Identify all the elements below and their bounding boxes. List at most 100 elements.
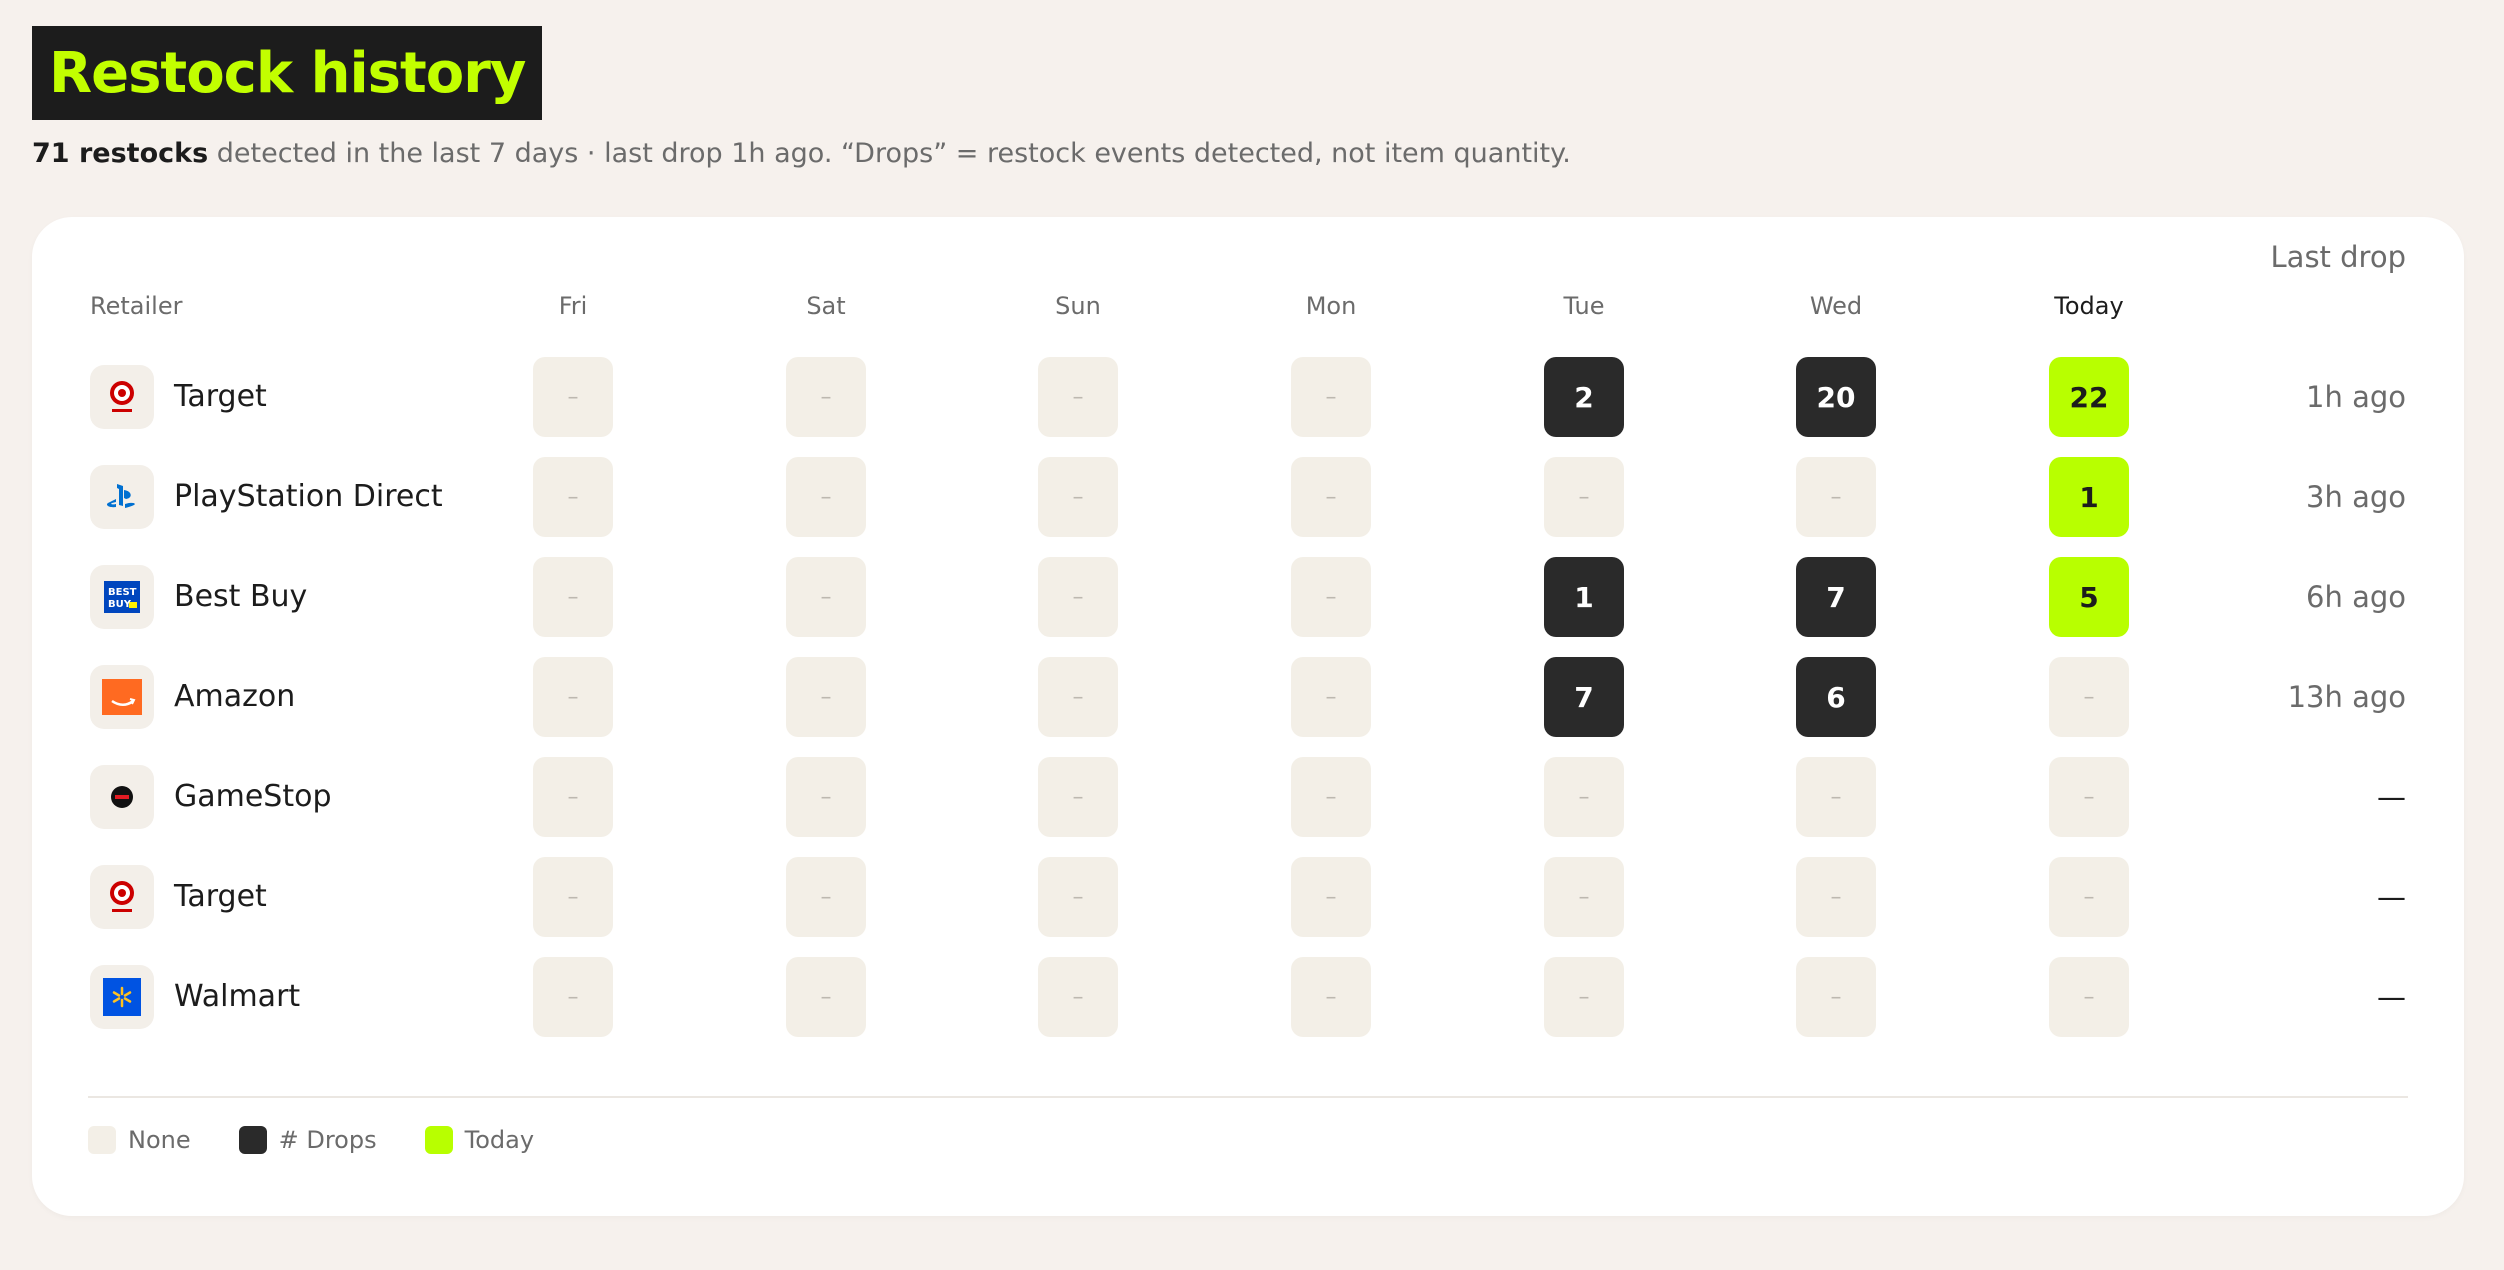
today-drop-cell[interactable]: 22 xyxy=(2049,357,2129,437)
drop-count-cell[interactable]: 7 xyxy=(1796,557,1876,637)
today-drop-cell[interactable]: 1 xyxy=(2049,457,2129,537)
drop-count-cell[interactable]: 6 xyxy=(1796,657,1876,737)
empty-cell[interactable]: – xyxy=(2049,957,2129,1037)
empty-cell[interactable]: – xyxy=(1038,757,1118,837)
drop-count-cell[interactable]: 1 xyxy=(1544,557,1624,637)
empty-cell[interactable]: – xyxy=(533,557,613,637)
empty-cell[interactable]: – xyxy=(1291,357,1371,437)
empty-cell[interactable]: – xyxy=(533,657,613,737)
table-row[interactable]: Walmart – – – – – – – — xyxy=(32,957,2464,1037)
retailer-name: GameStop xyxy=(174,779,332,814)
empty-cell[interactable]: – xyxy=(786,857,866,937)
svg-text:BUY: BUY xyxy=(108,599,132,610)
legend-item: None xyxy=(88,1126,191,1154)
column-header-fri: Fri xyxy=(558,292,588,320)
empty-cell[interactable]: – xyxy=(1291,657,1371,737)
empty-cell[interactable]: – xyxy=(1291,557,1371,637)
retailer-name: Amazon xyxy=(174,679,296,714)
empty-cell[interactable]: – xyxy=(1291,957,1371,1037)
table-row[interactable]: BEST BUY Best Buy – – – – 1 7 5 6h ago xyxy=(32,557,2464,637)
empty-cell[interactable]: – xyxy=(1291,457,1371,537)
target-logo-icon xyxy=(90,365,154,429)
legend-swatch xyxy=(424,1126,453,1154)
empty-cell[interactable]: – xyxy=(786,357,866,437)
retailer-name: Target xyxy=(174,379,267,414)
table-row[interactable]: Amazon – – – – 7 6 – 13h ago xyxy=(32,657,2464,737)
summary-text: 71 restocks detected in the last 7 days … xyxy=(32,138,1571,169)
last-drop-value: — xyxy=(2377,780,2406,814)
last-drop-value: 3h ago xyxy=(2306,480,2406,514)
legend-item: Today xyxy=(424,1126,535,1154)
empty-cell[interactable]: – xyxy=(2049,657,2129,737)
restock-table-card: Retailer Fri Sat Sun Mon Tue Wed Today Last dr… xyxy=(32,217,2464,1216)
drop-count-cell[interactable]: 20 xyxy=(1796,357,1876,437)
table-row[interactable]: Target – – – – – – – — xyxy=(32,857,2464,937)
legend-label: None xyxy=(128,1126,191,1154)
column-header-today: Today xyxy=(2054,292,2124,320)
legend-label: # Drops xyxy=(278,1126,377,1154)
empty-cell[interactable]: – xyxy=(1796,957,1876,1037)
empty-cell[interactable]: – xyxy=(1291,757,1371,837)
empty-cell[interactable]: – xyxy=(1796,857,1876,937)
empty-cell[interactable]: – xyxy=(533,757,613,837)
legend-divider xyxy=(88,1096,2408,1098)
empty-cell[interactable]: – xyxy=(786,457,866,537)
empty-cell[interactable]: – xyxy=(1038,457,1118,537)
legend-label: Today xyxy=(464,1126,535,1154)
svg-text:BEST: BEST xyxy=(108,587,137,598)
last-drop-value: 6h ago xyxy=(2306,580,2406,614)
retailer-name: Walmart xyxy=(174,979,301,1014)
empty-cell[interactable]: – xyxy=(2049,757,2129,837)
empty-cell[interactable]: – xyxy=(1038,357,1118,437)
empty-cell[interactable]: – xyxy=(1796,757,1876,837)
last-drop-value: 13h ago xyxy=(2287,680,2406,714)
gamestop-logo-icon xyxy=(90,765,154,829)
target-logo-icon xyxy=(90,865,154,929)
column-header-retailer: Retailer xyxy=(90,292,183,320)
empty-cell[interactable]: – xyxy=(1038,857,1118,937)
last-drop-value: 1h ago xyxy=(2306,380,2406,414)
empty-cell[interactable]: – xyxy=(533,457,613,537)
empty-cell[interactable]: – xyxy=(1544,957,1624,1037)
page: Restock history 71 restocks detected in … xyxy=(0,0,2504,1270)
last-drop-value: — xyxy=(2377,980,2406,1014)
empty-cell[interactable]: – xyxy=(1544,457,1624,537)
empty-cell[interactable]: – xyxy=(786,957,866,1037)
empty-cell[interactable]: – xyxy=(1038,557,1118,637)
column-header-sat: Sat xyxy=(806,292,846,320)
legend-swatch xyxy=(88,1126,116,1154)
empty-cell[interactable]: – xyxy=(533,357,613,437)
table-row[interactable]: GameStop – – – – – – – — xyxy=(32,757,2464,837)
playstation-logo-icon xyxy=(90,465,154,529)
drop-count-cell[interactable]: 2 xyxy=(1544,357,1624,437)
empty-cell[interactable]: – xyxy=(786,757,866,837)
amazon-logo-icon xyxy=(90,665,154,729)
legend-swatch xyxy=(238,1126,267,1154)
column-header-mon: Mon xyxy=(1305,292,1357,320)
empty-cell[interactable]: – xyxy=(786,557,866,637)
table-row[interactable]: Target – – – – 2 20 22 1h ago xyxy=(32,357,2464,437)
today-drop-cell[interactable]: 5 xyxy=(2049,557,2129,637)
empty-cell[interactable]: – xyxy=(1038,957,1118,1037)
empty-cell[interactable]: – xyxy=(2049,857,2129,937)
walmart-logo-icon xyxy=(90,965,154,1029)
column-header-tue: Tue xyxy=(1563,292,1605,320)
summary-detail: detected in the last 7 days · last drop … xyxy=(208,138,1571,169)
restock-count: 71 restocks xyxy=(32,138,209,169)
legend-item: # Drops xyxy=(238,1126,377,1154)
drop-count-cell[interactable]: 7 xyxy=(1544,657,1624,737)
column-header-last-drop: Last drop xyxy=(2270,240,2406,274)
page-title: Restock history xyxy=(49,40,526,106)
page-title-box: Restock history xyxy=(32,26,543,120)
empty-cell[interactable]: – xyxy=(1038,657,1118,737)
empty-cell[interactable]: – xyxy=(1544,757,1624,837)
retailer-name: Target xyxy=(174,879,267,914)
empty-cell[interactable]: – xyxy=(1291,857,1371,937)
empty-cell[interactable]: – xyxy=(1796,457,1876,537)
empty-cell[interactable]: – xyxy=(533,957,613,1037)
column-header-sun: Sun xyxy=(1055,292,1101,320)
table-row[interactable]: PlayStation Direct – – – – – – 1 3h ago xyxy=(32,457,2464,537)
empty-cell[interactable]: – xyxy=(533,857,613,937)
empty-cell[interactable]: – xyxy=(1544,857,1624,937)
empty-cell[interactable]: – xyxy=(786,657,866,737)
